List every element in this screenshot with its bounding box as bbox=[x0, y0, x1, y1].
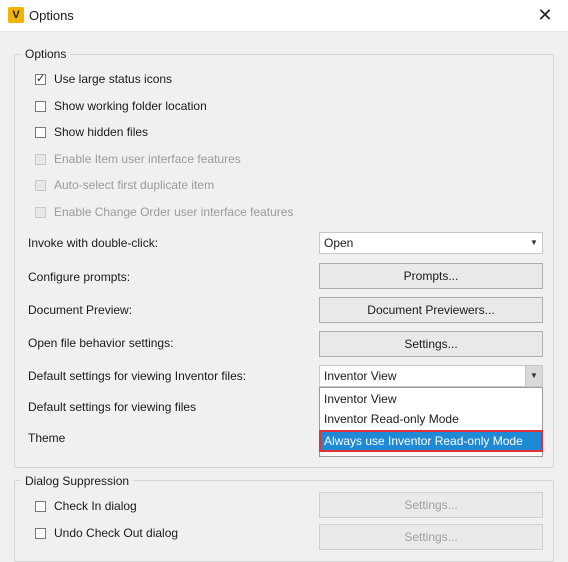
dropdown-option-inventor-read-only[interactable]: Inventor Read-only Mode bbox=[320, 409, 542, 429]
invoke-double-click-select[interactable]: Open ▼ bbox=[319, 232, 543, 254]
inventor-files-select[interactable]: Inventor View ▼ bbox=[319, 365, 543, 387]
document-previewers-button[interactable]: Document Previewers... bbox=[319, 297, 543, 323]
check-in-settings-button[interactable]: Settings... bbox=[319, 492, 543, 518]
close-icon: ✕ bbox=[537, 5, 553, 25]
dialog-suppression-legend: Dialog Suppression bbox=[21, 474, 134, 488]
checkbox-label: Use large status icons bbox=[54, 72, 173, 86]
configure-prompts-label: Configure prompts: bbox=[28, 270, 131, 284]
checkbox-undo-check-out-dialog[interactable]: Undo Check Out dialog bbox=[35, 525, 178, 541]
checkbox-show-working-folder-location[interactable]: Show working folder location bbox=[35, 98, 207, 114]
undo-check-out-settings-button[interactable]: Settings... bbox=[319, 524, 543, 550]
checkbox-label: Show working folder location bbox=[54, 99, 207, 113]
chevron-down-icon[interactable]: ▼ bbox=[526, 233, 542, 253]
document-preview-label: Document Preview: bbox=[28, 303, 133, 317]
checkbox-disabled-icon bbox=[35, 206, 46, 218]
checkbox-enable-item-ui-features: Enable Item user interface features bbox=[35, 151, 241, 167]
checkbox-label: Enable Change Order user interface featu… bbox=[54, 205, 294, 219]
checkbox-show-hidden-files[interactable]: Show hidden files bbox=[35, 124, 148, 140]
prompts-button[interactable]: Prompts... bbox=[319, 263, 543, 289]
title-bar: V Options ✕ bbox=[0, 0, 568, 32]
window-title: Options bbox=[29, 8, 74, 23]
checkbox-use-large-status-icons[interactable]: Use large status icons bbox=[35, 71, 172, 87]
checkbox-icon[interactable] bbox=[35, 126, 46, 138]
dropdown-option-inventor-view[interactable]: Inventor View bbox=[320, 389, 542, 409]
checkbox-label: Auto-select first duplicate item bbox=[54, 178, 215, 192]
checkbox-disabled-icon bbox=[35, 153, 46, 165]
checkbox-enable-change-order-ui-features: Enable Change Order user interface featu… bbox=[35, 204, 293, 220]
inventor-files-dropdown-list: Inventor View Inventor Read-only Mode Al… bbox=[319, 387, 543, 457]
inventor-files-value: Inventor View bbox=[324, 369, 397, 383]
dropdown-option-always-read-only[interactable]: Always use Inventor Read-only Mode bbox=[319, 430, 543, 452]
checkbox-label: Check In dialog bbox=[54, 499, 137, 513]
vault-app-icon: V bbox=[8, 7, 24, 23]
checkbox-disabled-icon bbox=[35, 179, 46, 191]
invoke-double-click-label: Invoke with double-click: bbox=[28, 236, 159, 250]
inventor-files-label: Default settings for viewing Inventor fi… bbox=[28, 369, 247, 383]
checkbox-auto-select-first-duplicate: Auto-select first duplicate item bbox=[35, 177, 214, 193]
checkbox-check-in-dialog[interactable]: Check In dialog bbox=[35, 498, 137, 514]
open-file-behavior-label: Open file behavior settings: bbox=[28, 336, 174, 350]
open-file-settings-button[interactable]: Settings... bbox=[319, 331, 543, 357]
checkbox-icon[interactable] bbox=[35, 100, 46, 112]
options-group-legend: Options bbox=[21, 47, 71, 61]
checkbox-icon[interactable] bbox=[35, 527, 46, 539]
chevron-down-icon[interactable]: ▼ bbox=[525, 366, 542, 386]
checkbox-label: Undo Check Out dialog bbox=[54, 526, 179, 540]
checkbox-checked-icon[interactable] bbox=[35, 72, 46, 85]
theme-label: Theme bbox=[28, 431, 66, 445]
checkbox-label: Enable Item user interface features bbox=[54, 152, 241, 166]
checkbox-label: Show hidden files bbox=[54, 125, 149, 139]
viewing-files-label: Default settings for viewing files bbox=[28, 400, 197, 414]
invoke-double-click-value: Open bbox=[324, 236, 354, 250]
close-button[interactable]: ✕ bbox=[536, 6, 554, 24]
checkbox-icon[interactable] bbox=[35, 500, 46, 512]
